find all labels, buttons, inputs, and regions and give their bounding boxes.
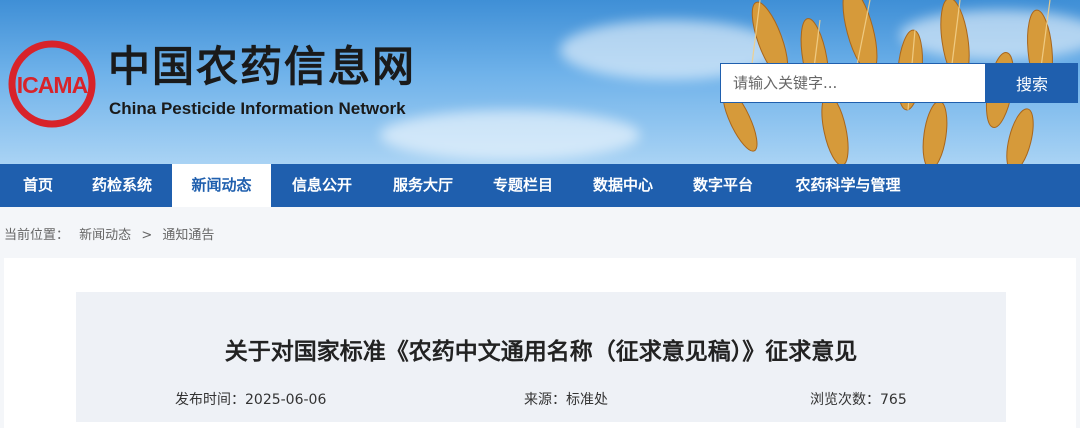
view-count-label: 浏览次数： — [810, 392, 880, 408]
search-button[interactable]: 搜索 — [986, 63, 1078, 103]
breadcrumb-item-news[interactable]: 新闻动态 — [79, 228, 131, 243]
header-cloud — [380, 110, 640, 160]
publish-date-value: 2025-06-06 — [245, 392, 327, 408]
nav-item-news[interactable]: 新闻动态 — [172, 164, 271, 207]
nav-item-digital-platform[interactable]: 数字平台 — [680, 164, 766, 207]
svg-text:ICAMA: ICAMA — [17, 72, 88, 98]
breadcrumb-prefix: 当前位置： — [4, 228, 70, 243]
nav-item-data-center[interactable]: 数据中心 — [580, 164, 666, 207]
nav-item-service-hall[interactable]: 服务大厅 — [380, 164, 466, 207]
article-source: 来源：标准处 — [524, 389, 608, 409]
view-count-value: 765 — [880, 392, 907, 408]
publish-date-label: 发布时间： — [175, 392, 245, 408]
icama-logo[interactable]: ICAMA — [8, 40, 96, 128]
nav-item-special-topics[interactable]: 专题栏目 — [480, 164, 566, 207]
breadcrumb-separator: > — [141, 228, 153, 243]
search-input[interactable] — [720, 63, 986, 103]
nav-item-home[interactable]: 首页 — [12, 164, 64, 207]
nav-item-pesticide-science[interactable]: 农药科学与管理 — [780, 164, 916, 207]
nav-item-inspection-system[interactable]: 药检系统 — [78, 164, 166, 207]
publish-date: 发布时间：2025-06-06 — [175, 389, 326, 409]
breadcrumb-item-notices[interactable]: 通知通告 — [162, 228, 214, 243]
site-header: ICAMA 中国农药信息网 China Pesticide Informatio… — [0, 0, 1080, 164]
source-value: 标准处 — [566, 392, 608, 408]
article-title: 关于对国家标准《农药中文通用名称（征求意见稿）》征求意见 — [224, 339, 858, 365]
source-label: 来源： — [524, 392, 566, 408]
site-name-cn: 中国农药信息网 — [108, 42, 417, 91]
site-name-en: China Pesticide Information Network — [109, 99, 406, 118]
nav-item-info-disclosure[interactable]: 信息公开 — [279, 164, 365, 207]
main-nav: 首页 药检系统 新闻动态 信息公开 服务大厅 专题栏目 数据中心 数字平台 农药… — [0, 164, 1080, 207]
breadcrumb: 当前位置： 新闻动态 > 通知通告 — [4, 224, 220, 243]
view-count: 浏览次数：765 — [810, 389, 907, 409]
